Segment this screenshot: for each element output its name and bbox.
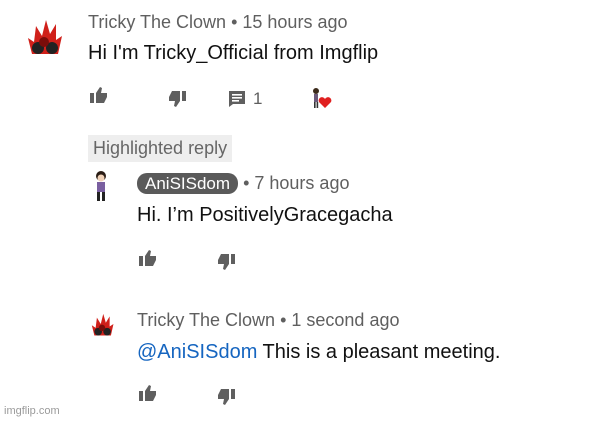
meta-separator: • [243,173,250,193]
reply-time[interactable]: 1 second ago [291,310,399,330]
comment-text: Hi I'm Tricky_Official from Imgflip [88,42,379,64]
reply-author[interactable]: Tricky The Clown [137,310,275,330]
comment-time[interactable]: 15 hours ago [242,12,347,32]
reply-text: Hi. I’m PositivelyGracegacha [137,204,393,226]
reply-text: @AniSISdom This is a pleasant meeting. [137,341,500,364]
avatar-anisisdom[interactable] [90,170,112,202]
reply-meta: Tricky The Clown • 1 second ago [137,310,399,331]
comment-icon[interactable] [228,90,246,108]
thumbs-up-icon[interactable] [89,86,109,104]
avatar-tricky[interactable] [22,14,66,58]
highlighted-reply-badge: Highlighted reply [88,135,233,162]
meta-separator: • [231,12,238,32]
thumbs-up-icon[interactable] [138,384,158,402]
reply-text-body: This is a pleasant meeting. [257,341,501,363]
thumbs-up-icon[interactable] [138,249,158,267]
comment-meta: Tricky The Clown • 15 hours ago [88,12,347,33]
creator-heart-icon [313,88,332,108]
comment-author[interactable]: Tricky The Clown [88,12,226,32]
thumbs-down-icon[interactable] [167,90,187,108]
avatar-tricky[interactable] [88,310,116,338]
reply-count: 1 [253,89,263,108]
reply-author-chip[interactable]: AniSISdom [137,173,239,194]
mention-link[interactable]: @AniSISdom [137,341,257,363]
meta-separator: • [280,310,287,330]
thumbs-down-icon[interactable] [216,388,236,406]
reply-time[interactable]: 7 hours ago [254,173,349,193]
thumbs-down-icon[interactable] [216,253,236,271]
reply-meta: AniSISdom • 7 hours ago [137,173,349,194]
watermark: imgflip.com [4,405,60,417]
